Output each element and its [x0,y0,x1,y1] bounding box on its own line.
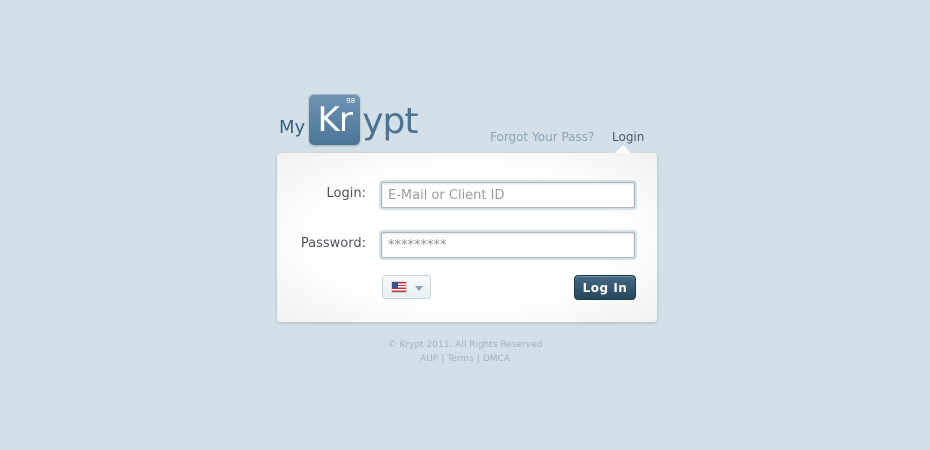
login-input[interactable] [381,182,635,208]
footer-links: AUP | Terms | DMCA [0,354,930,364]
footer-link-dmca[interactable]: DMCA [483,354,510,364]
footer-copyright: © Krypt 2011. All Rights Reserved [387,340,543,350]
logo-suffix: ypt [362,101,418,142]
footer-separator: | [476,354,480,364]
chevron-down-icon [415,286,423,291]
us-flag-icon [392,282,406,292]
language-select[interactable] [382,275,431,299]
footer-link-terms[interactable]: Terms [447,354,474,364]
mykrypt-logo: My Kr 98 ypt [279,93,418,145]
logo-tile-number: 98 [346,97,356,105]
footer-separator: | [441,354,445,364]
logo-tile-letters: Kr [317,99,353,140]
login-field-label: Login: [326,186,366,201]
login-page: My Kr 98 ypt Forgot Your Pass? Login Log… [0,0,930,450]
forgot-password-link[interactable]: Forgot Your Pass? [490,130,594,144]
footer-link-aup[interactable]: AUP [420,354,438,364]
logo-tile: Kr 98 [309,94,361,145]
panel-pointer [615,145,631,153]
log-in-button[interactable]: Log In [574,275,636,300]
logo-prefix: My [279,117,306,138]
login-tab-link[interactable]: Login [612,130,644,144]
password-field-label: Password: [300,236,366,251]
password-input[interactable] [381,232,635,258]
